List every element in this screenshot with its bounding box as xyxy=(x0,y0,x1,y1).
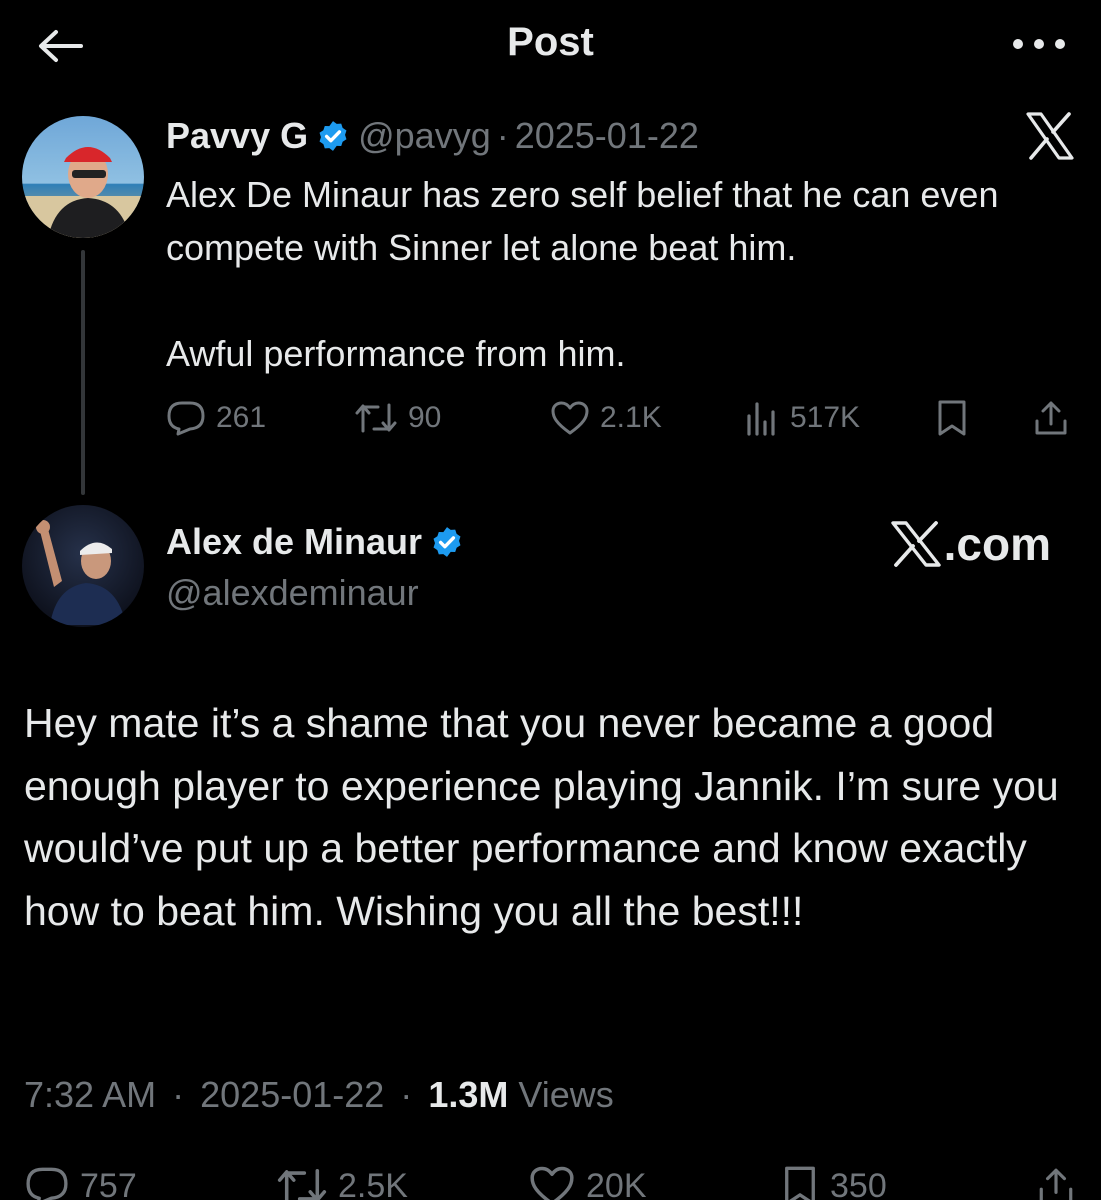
page-title: Post xyxy=(507,20,594,64)
repost-button[interactable]: 90 xyxy=(354,392,441,444)
avatar-image xyxy=(22,505,144,627)
more-options-button[interactable] xyxy=(1007,24,1071,64)
repost-icon xyxy=(355,403,397,433)
views-count: 517K xyxy=(790,401,861,434)
like-count: 20K xyxy=(586,1166,647,1200)
avatar-alex-de-minaur[interactable] xyxy=(22,505,144,627)
separator-dot: · xyxy=(400,1074,413,1115)
post-page: Post Pavvy G @pavyg · 2025-01-22 Alex De… xyxy=(0,0,1101,1200)
like-button[interactable]: 20K xyxy=(528,1156,647,1200)
x-com-label: .com xyxy=(943,518,1051,570)
reply-handle[interactable]: @alexdeminaur xyxy=(166,570,419,616)
reply-display-name[interactable]: Alex de Minaur xyxy=(166,521,422,563)
x-logo-icon xyxy=(1026,112,1074,160)
bookmark-count: 350 xyxy=(830,1166,887,1200)
thread-connector xyxy=(81,250,85,495)
verified-badge-icon xyxy=(319,121,347,151)
post-time[interactable]: 7:32 AM xyxy=(24,1074,156,1115)
reply-action-bar: 757 2.5K 20K 350 xyxy=(24,1156,1084,1200)
parent-tweet-text: Alex De Minaur has zero self belief that… xyxy=(166,174,999,374)
repost-count: 2.5K xyxy=(338,1166,408,1200)
bookmark-icon xyxy=(938,400,966,436)
reply-icon xyxy=(167,401,205,436)
repost-icon xyxy=(277,1168,327,1200)
parent-date[interactable]: 2025-01-22 xyxy=(515,115,699,157)
avatar-image xyxy=(22,116,144,238)
views-icon xyxy=(747,402,775,436)
more-horizontal-icon xyxy=(1013,39,1065,49)
parent-handle[interactable]: @pavyg xyxy=(358,115,491,157)
reply-icon xyxy=(26,1167,68,1200)
reply-tweet-header: Alex de Minaur xyxy=(166,516,472,568)
parent-display-name[interactable]: Pavvy G xyxy=(166,115,308,157)
bookmark-button[interactable]: 350 xyxy=(780,1156,887,1200)
heart-icon xyxy=(530,1166,574,1200)
verified-badge-icon xyxy=(433,527,461,557)
views-button[interactable]: 517K xyxy=(744,392,860,444)
views-total: 1.3M xyxy=(428,1074,509,1115)
reply-count: 261 xyxy=(216,401,267,434)
parent-tweet-header: Pavvy G @pavyg · 2025-01-22 xyxy=(166,112,699,160)
bookmark-icon xyxy=(785,1166,815,1200)
parent-action-bar: 261 90 2.1K 517K xyxy=(166,392,1076,444)
share-icon xyxy=(1039,1168,1073,1200)
x-com-watermark: .com xyxy=(890,516,1051,572)
like-button[interactable]: 2.1K xyxy=(550,392,662,444)
share-button[interactable] xyxy=(1032,392,1070,444)
avatar-pavvy-g[interactable] xyxy=(22,116,144,238)
bookmark-button[interactable] xyxy=(934,392,970,444)
reply-tweet-text: Hey mate it’s a shame that you never bec… xyxy=(24,700,1059,934)
reply-button[interactable]: 757 xyxy=(24,1156,137,1200)
post-date[interactable]: 2025-01-22 xyxy=(200,1074,384,1115)
reply-count: 757 xyxy=(80,1166,137,1200)
like-count: 2.1K xyxy=(600,401,662,434)
top-bar: Post xyxy=(0,0,1101,90)
reply-button[interactable]: 261 xyxy=(166,392,266,444)
x-logo-icon xyxy=(890,521,941,567)
repost-button[interactable]: 2.5K xyxy=(276,1156,408,1200)
heart-icon xyxy=(551,401,589,435)
share-button[interactable] xyxy=(1036,1156,1076,1200)
repost-count: 90 xyxy=(408,401,442,434)
separator-dot: · xyxy=(172,1074,185,1115)
reply-meta: 7:32 AM · 2025-01-22 · 1.3M Views xyxy=(24,1070,614,1120)
share-icon xyxy=(1035,401,1067,435)
separator-dot: · xyxy=(496,115,509,156)
views-label: Views xyxy=(518,1074,614,1115)
